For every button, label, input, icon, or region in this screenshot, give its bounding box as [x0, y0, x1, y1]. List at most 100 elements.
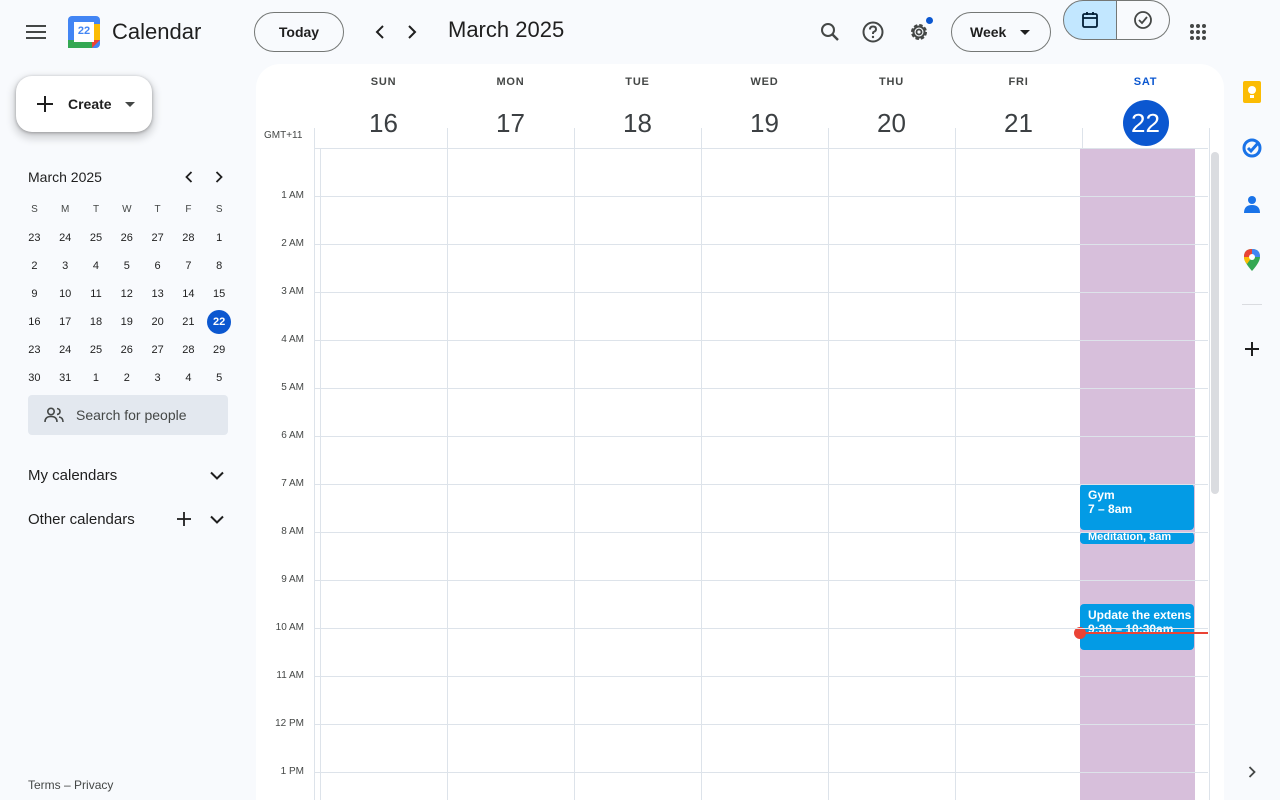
event-meditation[interactable]: Meditation, 8am — [1080, 532, 1194, 544]
mini-calendar-day-number: 25 — [89, 232, 103, 244]
mini-calendar-day[interactable]: 23 — [19, 226, 50, 250]
notification-dot — [926, 17, 933, 24]
mini-calendar-day[interactable]: 31 — [50, 366, 81, 390]
tasks-view-toggle[interactable] — [1117, 0, 1170, 40]
mini-calendar-day[interactable]: 12 — [111, 282, 142, 306]
main-menu-button[interactable] — [16, 12, 56, 52]
help-button[interactable] — [853, 12, 893, 52]
mini-calendar-day[interactable]: 25 — [81, 338, 112, 362]
mini-calendar-previous-button[interactable] — [174, 162, 204, 192]
view-switcher-dropdown[interactable]: Week — [951, 12, 1051, 52]
mini-calendar-day-number: 28 — [182, 232, 195, 244]
mini-calendar-day[interactable]: 1 — [204, 226, 235, 250]
mini-calendar-day[interactable]: 16 — [19, 310, 50, 334]
mini-calendar-day-number: 16 — [28, 316, 41, 328]
mini-calendar-day[interactable]: 9 — [19, 282, 50, 306]
today-button[interactable]: Today — [254, 12, 344, 52]
mini-calendar-day-number: 25 — [89, 344, 103, 356]
mini-calendar-day[interactable]: 22 — [204, 310, 235, 334]
mini-calendar-day[interactable]: 26 — [111, 338, 142, 362]
mini-calendar-day[interactable]: 5 — [204, 366, 235, 390]
mini-calendar-day[interactable]: 26 — [111, 226, 142, 250]
hour-gridline — [314, 436, 1208, 437]
contacts-app-button[interactable] — [1236, 188, 1268, 220]
get-addons-button[interactable] — [1236, 333, 1268, 365]
mini-calendar-day[interactable]: 2 — [111, 366, 142, 390]
next-period-button[interactable] — [392, 12, 432, 52]
day-number-button[interactable]: 16 — [361, 100, 407, 146]
day-column-divider — [1209, 128, 1210, 800]
day-number-button[interactable]: 19 — [742, 100, 788, 146]
search-button[interactable] — [810, 12, 850, 52]
mini-calendar-day[interactable]: 15 — [204, 282, 235, 306]
keep-app-button[interactable] — [1236, 76, 1268, 108]
day-number-button[interactable]: 22 — [1122, 100, 1169, 146]
mini-calendar-day[interactable]: 10 — [50, 282, 81, 306]
mini-calendar-day[interactable]: 19 — [111, 310, 142, 334]
mini-calendar-day[interactable]: 25 — [81, 226, 112, 250]
mini-calendar-day[interactable]: 5 — [111, 254, 142, 278]
day-column-divider — [701, 128, 702, 800]
day-number-button[interactable]: 17 — [488, 100, 534, 146]
mini-calendar-day[interactable]: 4 — [173, 366, 204, 390]
mini-calendar-day[interactable]: 3 — [50, 254, 81, 278]
maps-app-button[interactable] — [1236, 244, 1268, 276]
app-title: Calendar — [112, 19, 202, 44]
today-column-highlight — [1080, 148, 1195, 800]
mini-calendar-day-number: 30 — [28, 372, 41, 384]
mini-calendar-day[interactable]: 18 — [81, 310, 112, 334]
mini-calendar-day[interactable]: 24 — [50, 226, 81, 250]
mini-calendar-weekday: S — [31, 204, 38, 215]
event-gym[interactable]: Gym 7 – 8am — [1080, 484, 1194, 530]
period-title: March 2025 — [448, 17, 565, 42]
privacy-link[interactable]: Privacy — [74, 778, 113, 792]
mini-calendar-day[interactable]: 20 — [142, 310, 173, 334]
mini-calendar-day[interactable]: 17 — [50, 310, 81, 334]
day-of-week-label: FRI — [1008, 76, 1029, 88]
week-view-scrollbar[interactable] — [1211, 152, 1219, 494]
mini-calendar-day[interactable]: 27 — [142, 226, 173, 250]
mini-calendar-day[interactable]: 6 — [142, 254, 173, 278]
event-update-extension[interactable]: Update the extens 9:30 – 10:30am — [1080, 604, 1194, 650]
mini-calendar-weekday: F — [185, 204, 192, 215]
settings-button[interactable] — [899, 12, 939, 52]
search-people-input[interactable]: Search for people — [28, 395, 228, 435]
hour-gridline — [314, 724, 1208, 725]
mini-calendar-day[interactable]: 24 — [50, 338, 81, 362]
other-calendars-toggle-button[interactable] — [197, 499, 237, 539]
google-apps-button[interactable] — [1178, 12, 1218, 52]
day-number-button[interactable]: 18 — [615, 100, 661, 146]
mini-calendar-day[interactable]: 8 — [204, 254, 235, 278]
mini-calendar-day[interactable]: 4 — [81, 254, 112, 278]
mini-calendar-next-button[interactable] — [204, 162, 234, 192]
mini-calendar-day[interactable]: 7 — [173, 254, 204, 278]
day-number-button[interactable]: 20 — [869, 100, 915, 146]
mini-calendar-day[interactable]: 27 — [142, 338, 173, 362]
show-side-panel-button[interactable] — [1236, 756, 1268, 788]
mini-calendar-day[interactable]: 21 — [173, 310, 204, 334]
mini-calendar-day[interactable]: 30 — [19, 366, 50, 390]
day-header-wed: WED 19 — [701, 64, 828, 148]
mini-calendar-day[interactable]: 28 — [173, 226, 204, 250]
day-header-sun: SUN 16 — [320, 64, 447, 148]
mini-calendar-day-number: 28 — [182, 344, 195, 356]
mini-calendar-day[interactable]: 14 — [173, 282, 204, 306]
mini-calendar-day[interactable]: 11 — [81, 282, 112, 306]
mini-calendar-day[interactable]: 3 — [142, 366, 173, 390]
mini-calendar-day[interactable]: 23 — [19, 338, 50, 362]
tasks-app-button[interactable] — [1236, 132, 1268, 164]
mini-calendar-day[interactable]: 1 — [81, 366, 112, 390]
terms-link[interactable]: Terms — [28, 778, 61, 792]
mini-calendar-day[interactable]: 28 — [173, 338, 204, 362]
mini-calendar-day[interactable]: 13 — [142, 282, 173, 306]
mini-calendar-day[interactable]: 2 — [19, 254, 50, 278]
footer-separator: – — [64, 778, 71, 792]
day-header-sat: SAT 22 — [1082, 64, 1209, 148]
mini-calendar-day[interactable]: 29 — [204, 338, 235, 362]
hour-label: 7 AM — [281, 478, 304, 489]
my-calendars-toggle-button[interactable] — [197, 455, 237, 495]
day-number-button[interactable]: 21 — [996, 100, 1042, 146]
day-of-week-label: WED — [750, 76, 779, 88]
create-button[interactable]: Create — [16, 76, 152, 132]
calendar-view-toggle[interactable] — [1063, 0, 1117, 40]
